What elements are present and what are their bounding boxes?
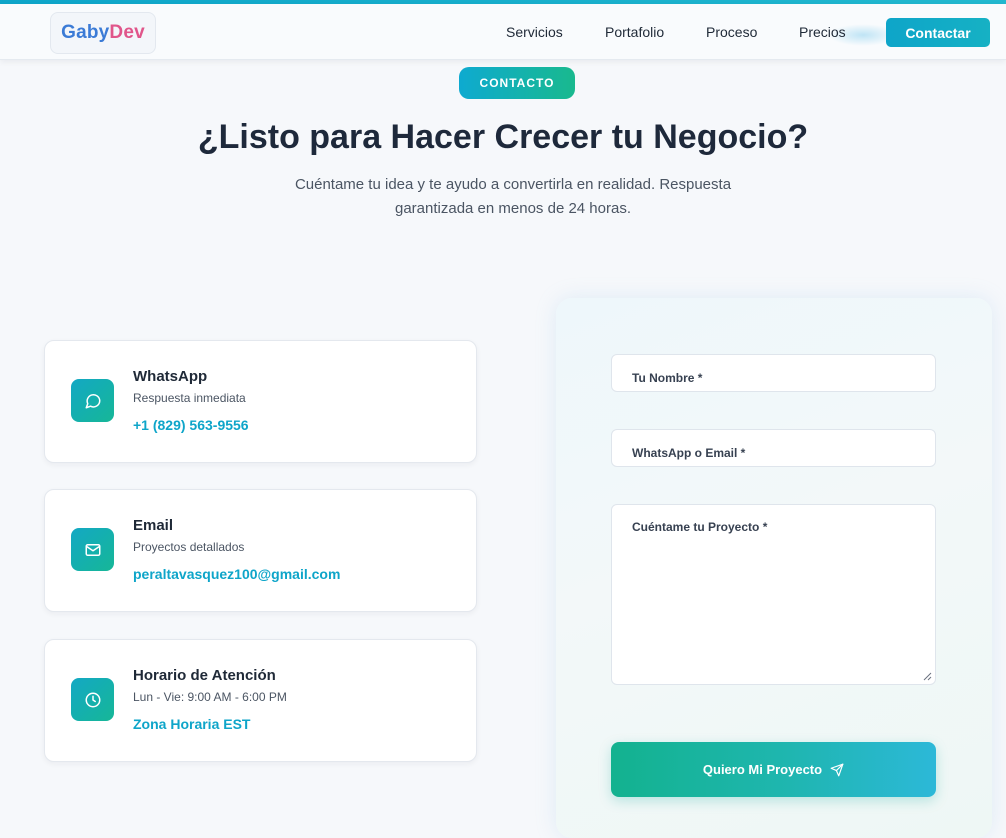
whatsapp-number-link[interactable]: +1 (829) 563-9556 [133, 417, 249, 433]
nav-link-proceso[interactable]: Proceso [706, 24, 757, 40]
logo[interactable]: Gaby Dev [50, 12, 156, 54]
subtitle-line-1: Cuéntame tu idea y te ayudo a convertirl… [294, 176, 732, 193]
card-description: Lun - Vie: 9:00 AM - 6:00 PM [133, 690, 287, 704]
project-textarea-label: Cuéntame tu Proyecto * [632, 520, 768, 534]
clock-icon [71, 678, 114, 721]
whatsapp-email-field[interactable]: WhatsApp o Email * [611, 429, 936, 467]
name-field[interactable]: Tu Nombre * [611, 354, 936, 392]
logo-text-primary: Gaby [61, 22, 110, 43]
contact-card-whatsapp: WhatsApp Respuesta inmediata +1 (829) 56… [44, 340, 477, 463]
section-badge: CONTACTO [459, 67, 575, 99]
chat-bubble-icon [71, 379, 114, 422]
page-title: ¿Listo para Hacer Crecer tu Negocio? [197, 118, 809, 156]
project-textarea[interactable]: Cuéntame tu Proyecto * [611, 504, 936, 685]
contact-button[interactable]: Contactar [886, 18, 990, 47]
card-title: Email [133, 517, 174, 534]
whatsapp-email-field-label: WhatsApp o Email * [632, 446, 746, 460]
resize-handle-icon[interactable] [923, 672, 932, 681]
contact-card-email: Email Proyectos detallados peraltavasque… [44, 489, 477, 612]
navbar: Gaby Dev Servicios Portafolio Proceso Pre… [0, 4, 1006, 60]
submit-button[interactable]: Quiero Mi Proyecto [611, 742, 936, 797]
nav-link-servicios[interactable]: Servicios [506, 24, 563, 40]
email-link[interactable]: peraltavasquez100@gmail.com [133, 566, 340, 582]
card-description: Proyectos detallados [133, 540, 245, 554]
subtitle-line-2: garantizada en menos de 24 horas. [395, 200, 631, 217]
timezone-text: Zona Horaria EST [133, 716, 251, 732]
card-description: Respuesta inmediata [133, 391, 246, 405]
mail-icon [71, 528, 114, 571]
logo-text-secondary: Dev [109, 22, 145, 43]
send-icon [830, 763, 844, 776]
card-title: WhatsApp [133, 368, 208, 385]
page-subtitle: Cuéntame tu idea y te ayudo a convertirl… [270, 173, 756, 221]
submit-button-label: Quiero Mi Proyecto [702, 762, 823, 777]
name-field-label: Tu Nombre * [632, 371, 703, 385]
card-title: Horario de Atención [133, 667, 276, 684]
nav-link-precios[interactable]: Precios [799, 24, 846, 40]
nav-link-portafolio[interactable]: Portafolio [605, 24, 664, 40]
contact-card-hours: Horario de Atención Lun - Vie: 9:00 AM -… [44, 639, 477, 762]
